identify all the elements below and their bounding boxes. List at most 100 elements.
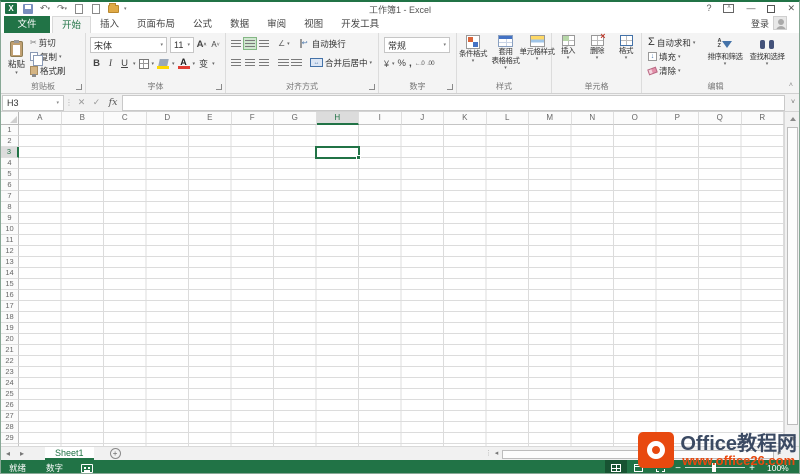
formula-input[interactable]	[122, 94, 785, 111]
row-header-1[interactable]: 1	[1, 125, 19, 136]
row-header-8[interactable]: 8	[1, 202, 19, 213]
avatar[interactable]	[773, 16, 787, 30]
column-header-E[interactable]: E	[189, 112, 232, 125]
selected-cell[interactable]	[315, 146, 360, 160]
number-format-select[interactable]: 常规 ▾	[384, 37, 450, 53]
row-header-20[interactable]: 20	[1, 334, 19, 345]
column-header-M[interactable]: M	[529, 112, 572, 125]
row-header-9[interactable]: 9	[1, 213, 19, 224]
comma-icon[interactable]: ,	[409, 58, 412, 69]
autosum-button[interactable]: Σ 自动求和 ▾	[648, 36, 695, 49]
tab-公式[interactable]: 公式	[184, 16, 221, 33]
delete-cells-button[interactable]: 删除▾	[583, 31, 611, 61]
wrap-text-label[interactable]: 自动换行	[312, 38, 346, 50]
format-cells-button[interactable]: 格式 ▾	[612, 35, 640, 61]
column-header-F[interactable]: F	[231, 112, 274, 125]
tab-页面布局[interactable]: 页面布局	[128, 16, 184, 33]
row-header-28[interactable]: 28	[1, 422, 19, 433]
column-header-N[interactable]: N	[571, 112, 614, 125]
cell-styles-button[interactable]: 单元格样式 ▾	[520, 35, 555, 62]
sign-in-link[interactable]: 登录	[751, 17, 769, 30]
formula-bar-splitter[interactable]: ⋮	[64, 98, 74, 107]
fill-button[interactable]: ↓ 填充 ▾	[648, 50, 681, 63]
tab-file[interactable]: 文件	[4, 16, 50, 33]
number-dialog-launcher-icon[interactable]	[447, 84, 453, 90]
scroll-left-icon[interactable]: ◂	[491, 449, 502, 459]
cancel-icon[interactable]: ✕	[74, 97, 89, 108]
row-header-14[interactable]: 14	[1, 268, 19, 279]
close-icon[interactable]: ✕	[787, 2, 795, 15]
font-name-select[interactable]: 宋体 ▾	[90, 37, 167, 53]
maximize-icon[interactable]	[767, 4, 776, 13]
column-header-R[interactable]: R	[741, 112, 784, 125]
row-header-22[interactable]: 22	[1, 356, 19, 367]
align-top-icon[interactable]	[230, 38, 242, 49]
row-header-17[interactable]: 17	[1, 301, 19, 312]
column-header-B[interactable]: B	[61, 112, 104, 125]
column-header-K[interactable]: K	[444, 112, 487, 125]
font-color-icon[interactable]: A	[177, 58, 190, 69]
cells-area[interactable]	[19, 125, 784, 446]
collapse-ribbon-icon[interactable]: ˄	[789, 82, 793, 89]
row-header-11[interactable]: 11	[1, 235, 19, 246]
align-right-icon[interactable]	[258, 57, 270, 68]
align-bottom-icon[interactable]	[258, 38, 270, 49]
font-size-select[interactable]: 11 ▾	[170, 37, 194, 53]
column-header-H[interactable]: H	[316, 112, 359, 125]
paste-button[interactable]: 粘贴 ▾	[4, 35, 29, 81]
row-header-26[interactable]: 26	[1, 400, 19, 411]
increase-indent-icon[interactable]	[291, 58, 302, 67]
select-all-corner[interactable]	[1, 112, 19, 125]
column-header-O[interactable]: O	[614, 112, 657, 125]
view-normal-button[interactable]	[605, 460, 627, 473]
minimize-icon[interactable]: —	[746, 2, 755, 15]
sheet-nav-right-icon[interactable]: ▸	[15, 449, 29, 458]
font-dialog-launcher-icon[interactable]	[216, 84, 222, 90]
formula-expand-icon[interactable]: ˅	[787, 99, 799, 106]
grow-font-icon[interactable]: A ˄	[196, 38, 207, 52]
sort-filter-button[interactable]: AZ 排序和筛选 ▾	[704, 36, 746, 66]
row-header-23[interactable]: 23	[1, 367, 19, 378]
insert-cells-button[interactable]: 插入 ▾	[554, 35, 582, 61]
align-left-icon[interactable]	[230, 57, 242, 68]
row-header-7[interactable]: 7	[1, 191, 19, 202]
help-icon[interactable]: ?	[706, 2, 711, 15]
scroll-up-icon[interactable]	[785, 112, 799, 126]
row-header-6[interactable]: 6	[1, 180, 19, 191]
column-header-D[interactable]: D	[146, 112, 189, 125]
wrap-text-icon[interactable]: ↩	[299, 39, 310, 48]
sheet-tab-sheet1[interactable]: Sheet1	[45, 447, 94, 460]
row-header-10[interactable]: 10	[1, 224, 19, 235]
format-as-table-button[interactable]: 套用 表格格式 ▾	[490, 35, 521, 71]
row-header-21[interactable]: 21	[1, 345, 19, 356]
clipboard-dialog-launcher-icon[interactable]	[76, 84, 82, 90]
tab-审阅[interactable]: 审阅	[258, 16, 295, 33]
vertical-scrollbar[interactable]	[784, 112, 799, 446]
column-header-I[interactable]: I	[359, 112, 402, 125]
row-header-16[interactable]: 16	[1, 290, 19, 301]
name-box[interactable]: H3 ▾	[2, 94, 64, 111]
row-header-15[interactable]: 15	[1, 279, 19, 290]
row-header-29[interactable]: 29	[1, 433, 19, 444]
percent-icon[interactable]: %	[398, 58, 406, 69]
orientation-icon[interactable]: ∠	[278, 39, 285, 48]
tab-数据[interactable]: 数据	[221, 16, 258, 33]
row-header-2[interactable]: 2	[1, 136, 19, 147]
column-header-L[interactable]: L	[486, 112, 529, 125]
insert-function-icon[interactable]: fx	[104, 97, 122, 108]
accounting-format-icon[interactable]: ¥	[384, 59, 389, 69]
row-header-19[interactable]: 19	[1, 323, 19, 334]
tab-视图[interactable]: 视图	[295, 16, 332, 33]
row-header-3[interactable]: 3	[1, 147, 19, 158]
row-header-5[interactable]: 5	[1, 169, 19, 180]
bold-button[interactable]: B	[91, 57, 102, 71]
row-header-12[interactable]: 12	[1, 246, 19, 257]
decrease-indent-icon[interactable]	[278, 58, 289, 67]
italic-button[interactable]: I	[105, 57, 116, 71]
tab-开始[interactable]: 开始	[52, 16, 92, 33]
conditional-formatting-button[interactable]: 条件格式 ▾	[457, 35, 489, 64]
column-header-A[interactable]: A	[19, 112, 62, 125]
row-header-27[interactable]: 27	[1, 411, 19, 422]
merge-center-icon[interactable]: ↔	[310, 58, 323, 67]
ribbon-options-icon[interactable]: ˄	[723, 4, 735, 13]
